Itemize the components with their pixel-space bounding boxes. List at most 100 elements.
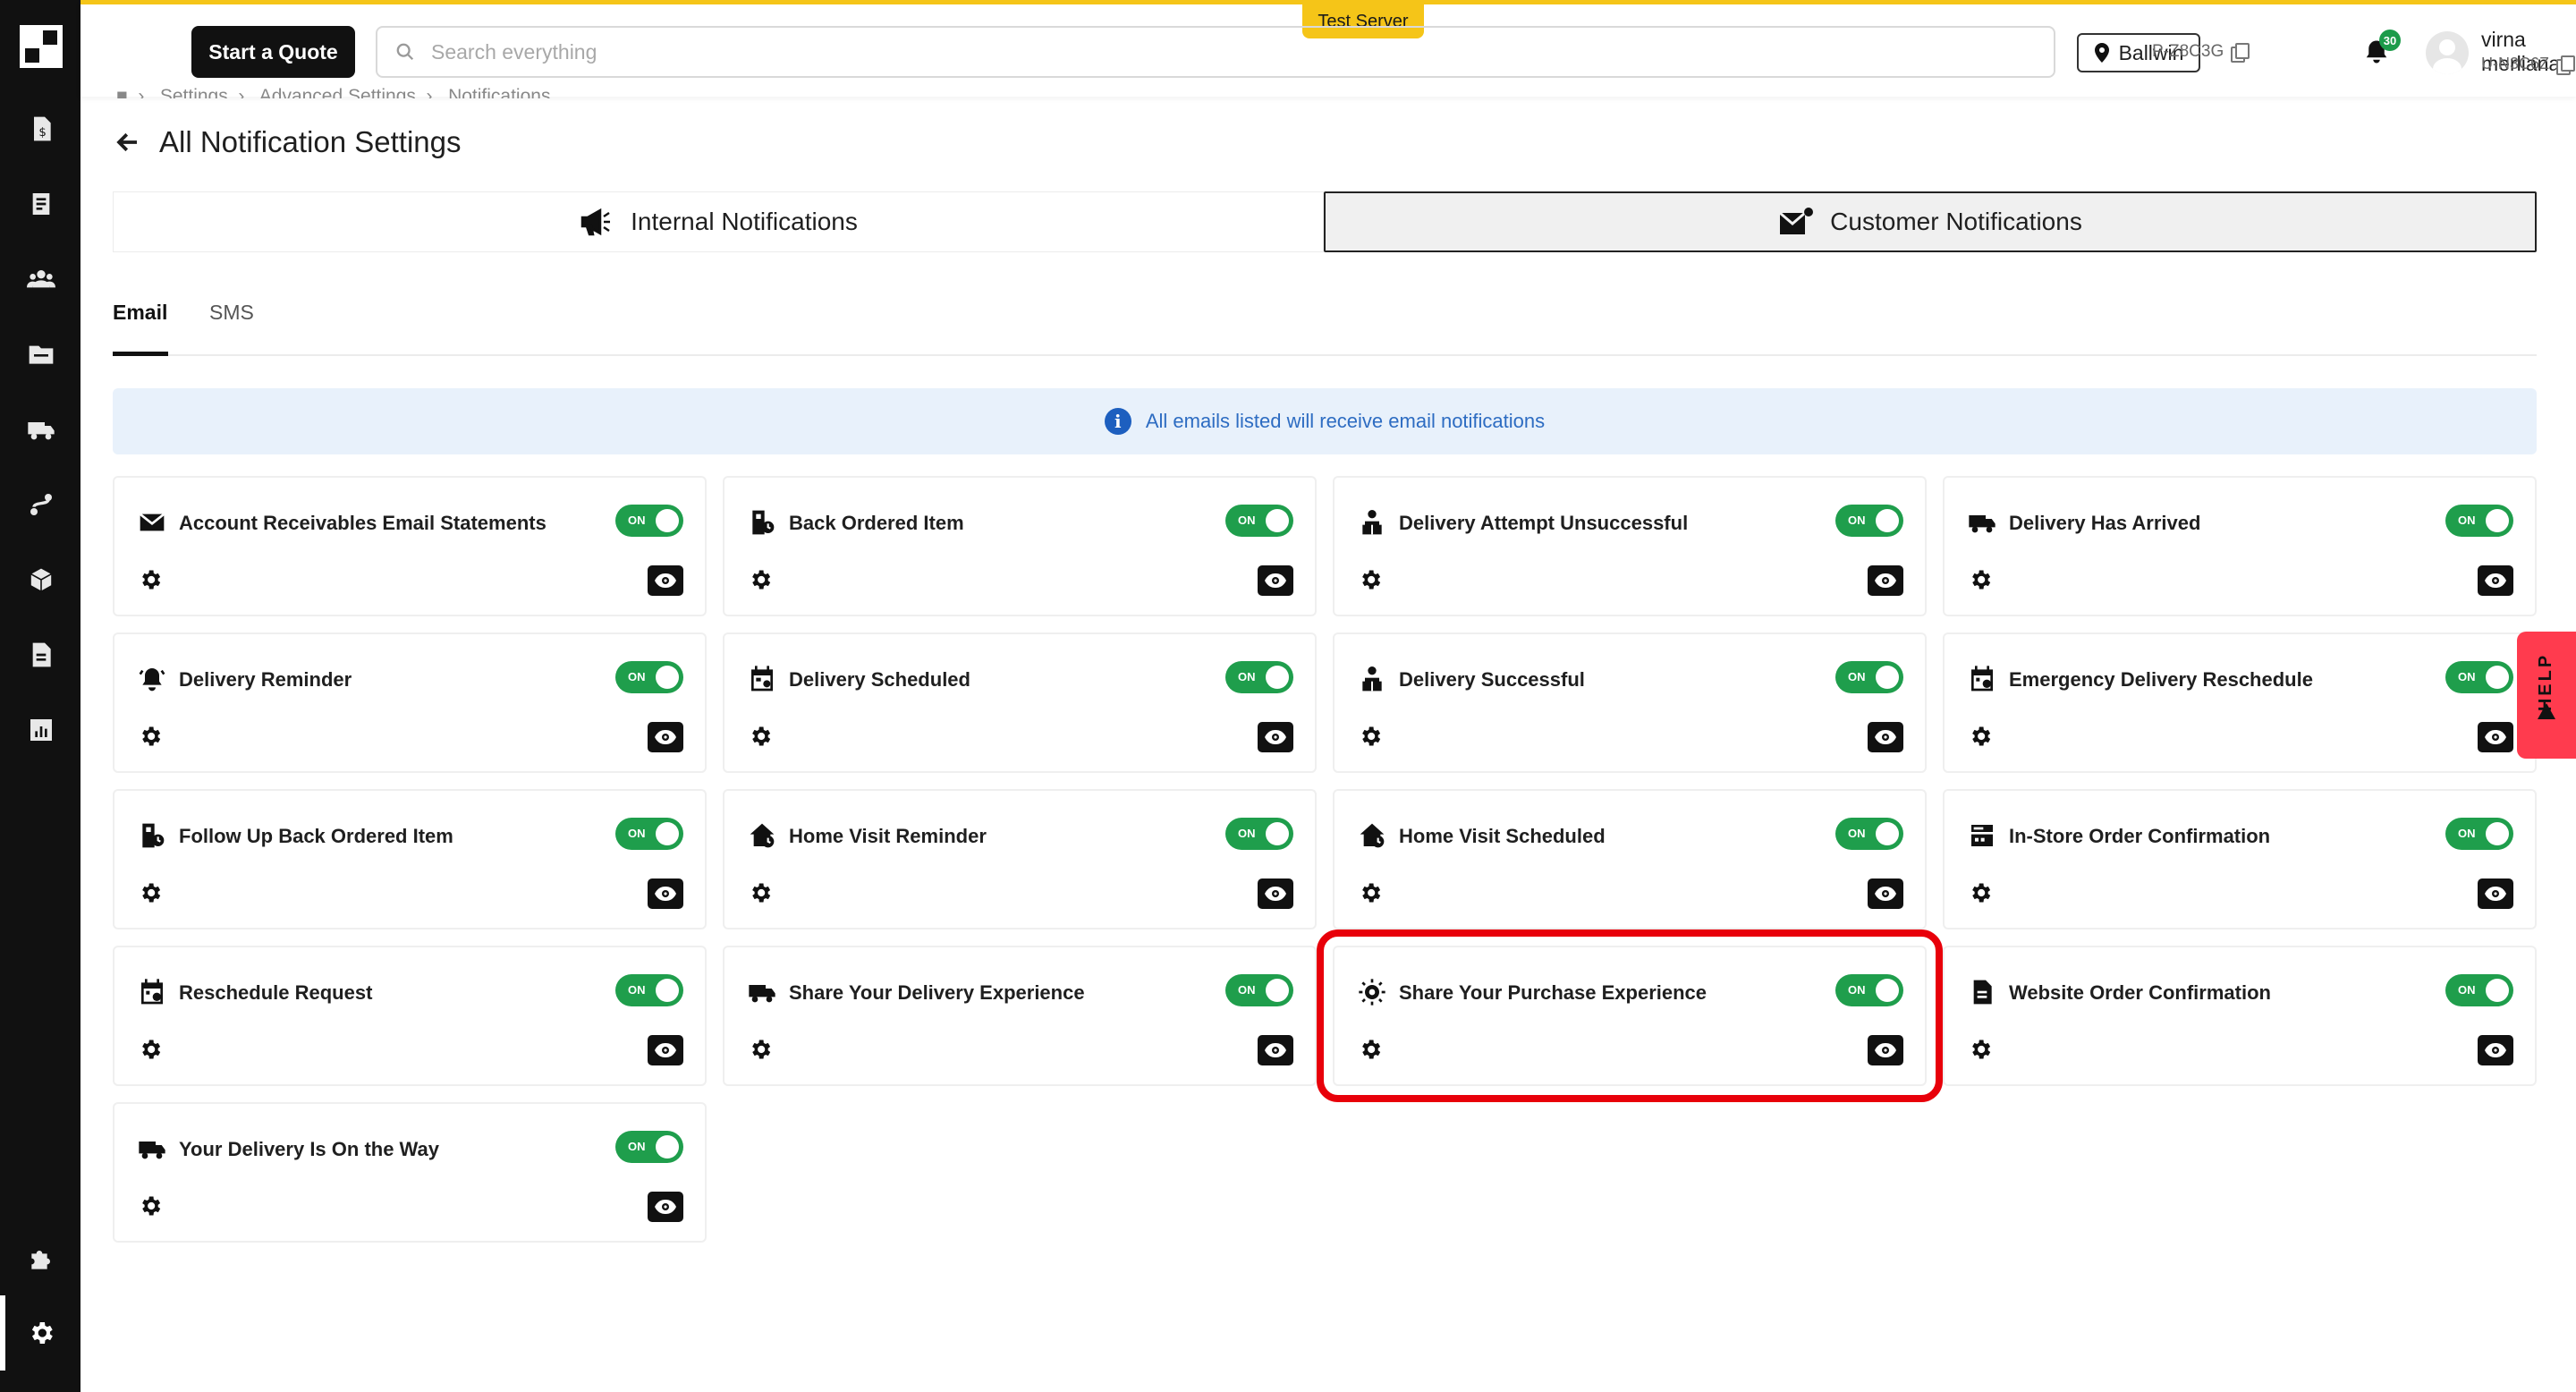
breadcrumb-notifications: Notifications bbox=[448, 86, 551, 98]
settings-gear-button[interactable] bbox=[1968, 724, 1993, 749]
tab-customer-notifications[interactable]: Customer Notifications bbox=[1324, 191, 2537, 252]
settings-gear-button[interactable] bbox=[748, 880, 773, 905]
notification-toggle[interactable]: ON bbox=[615, 974, 683, 1006]
gear-icon bbox=[752, 883, 771, 903]
eye-icon bbox=[1265, 573, 1286, 588]
sidebar-item-quotes[interactable]: $ bbox=[27, 115, 55, 143]
settings-gear-button[interactable] bbox=[1968, 880, 1993, 905]
sidebar: $ bbox=[0, 0, 80, 1392]
preview-button[interactable] bbox=[1258, 722, 1293, 752]
preview-button[interactable] bbox=[1258, 565, 1293, 596]
sidebar-item-customers[interactable] bbox=[27, 265, 55, 293]
toggle-label: ON bbox=[1848, 983, 1866, 997]
toggle-label: ON bbox=[2458, 827, 2476, 840]
notification-toggle[interactable]: ON bbox=[1835, 661, 1903, 693]
preview-button[interactable] bbox=[648, 878, 683, 909]
toggle-knob bbox=[656, 979, 679, 1002]
notification-toggle[interactable]: ON bbox=[1835, 818, 1903, 850]
preview-button[interactable] bbox=[2478, 722, 2513, 752]
start-quote-button[interactable]: Start a Quote bbox=[191, 26, 355, 78]
route-icon bbox=[30, 494, 52, 515]
preview-button[interactable] bbox=[1868, 565, 1903, 596]
user-code[interactable]: U-N3C6Z bbox=[2481, 55, 2576, 75]
notification-toggle[interactable]: ON bbox=[2445, 818, 2513, 850]
sidebar-active-indicator bbox=[0, 1295, 5, 1371]
settings-gear-button[interactable] bbox=[1358, 567, 1383, 592]
tab-sms[interactable]: SMS bbox=[209, 301, 254, 325]
settings-gear-button[interactable] bbox=[1968, 567, 1993, 592]
gear-icon bbox=[1972, 1040, 1991, 1059]
search-bar[interactable] bbox=[376, 26, 2055, 78]
preview-button[interactable] bbox=[1868, 878, 1903, 909]
breadcrumb-settings[interactable]: Settings bbox=[160, 86, 228, 98]
notification-card: Account Receivables Email Statements ON bbox=[113, 476, 707, 616]
preview-button[interactable] bbox=[648, 1035, 683, 1065]
breadcrumb-advanced-settings[interactable]: Advanced Settings bbox=[259, 86, 416, 98]
preview-button[interactable] bbox=[2478, 565, 2513, 596]
sidebar-item-documents[interactable] bbox=[27, 641, 55, 669]
sidebar-item-deliveries[interactable] bbox=[27, 415, 55, 444]
user-code-text: U-N3C6Z bbox=[2481, 55, 2550, 72]
preview-button[interactable] bbox=[1868, 722, 1903, 752]
gear-icon bbox=[1362, 883, 1381, 903]
home-icon[interactable]: ■ bbox=[116, 86, 128, 98]
preview-button[interactable] bbox=[648, 722, 683, 752]
notification-toggle[interactable]: ON bbox=[1225, 974, 1293, 1006]
sidebar-item-integrations[interactable] bbox=[27, 1245, 55, 1274]
notification-toggle[interactable]: ON bbox=[2445, 661, 2513, 693]
notification-toggle[interactable]: ON bbox=[615, 505, 683, 537]
preview-button[interactable] bbox=[2478, 878, 2513, 909]
copy-icon[interactable] bbox=[2231, 43, 2250, 63]
preview-button[interactable] bbox=[1258, 1035, 1293, 1065]
notification-toggle[interactable]: ON bbox=[1225, 505, 1293, 537]
notification-toggle[interactable]: ON bbox=[2445, 974, 2513, 1006]
calendar-alert-icon bbox=[1968, 665, 1996, 693]
eye-icon bbox=[2485, 730, 2506, 744]
sidebar-item-inventory[interactable] bbox=[27, 565, 55, 594]
gear-icon bbox=[752, 726, 771, 746]
settings-gear-button[interactable] bbox=[1358, 1037, 1383, 1062]
tab-email[interactable]: Email bbox=[113, 301, 167, 325]
settings-gear-button[interactable] bbox=[1358, 880, 1383, 905]
preview-button[interactable] bbox=[1258, 878, 1293, 909]
notification-toggle[interactable]: ON bbox=[2445, 505, 2513, 537]
notification-toggle[interactable]: ON bbox=[1835, 974, 1903, 1006]
preview-button[interactable] bbox=[648, 565, 683, 596]
avatar[interactable] bbox=[2426, 31, 2469, 74]
settings-gear-button[interactable] bbox=[748, 567, 773, 592]
notification-toggle[interactable]: ON bbox=[615, 1131, 683, 1163]
calendar-alert-icon bbox=[138, 978, 166, 1006]
back-arrow-icon[interactable] bbox=[114, 129, 141, 156]
project-code[interactable]: P-Z8C3G bbox=[2152, 42, 2250, 63]
settings-gear-button[interactable] bbox=[138, 1193, 163, 1218]
preview-button[interactable] bbox=[648, 1192, 683, 1222]
settings-gear-button[interactable] bbox=[138, 880, 163, 905]
app-logo[interactable] bbox=[20, 25, 63, 68]
sidebar-item-projects[interactable] bbox=[27, 340, 55, 369]
settings-gear-button[interactable] bbox=[1358, 724, 1383, 749]
settings-gear-button[interactable] bbox=[138, 567, 163, 592]
notification-toggle[interactable]: ON bbox=[1835, 505, 1903, 537]
notification-toggle[interactable]: ON bbox=[615, 661, 683, 693]
sidebar-item-reports[interactable] bbox=[27, 716, 55, 744]
notification-toggle[interactable]: ON bbox=[1225, 818, 1293, 850]
notification-toggle[interactable]: ON bbox=[1225, 661, 1293, 693]
sidebar-item-orders[interactable] bbox=[27, 190, 55, 218]
toggle-label: ON bbox=[1848, 670, 1866, 683]
folder-icon bbox=[29, 345, 54, 364]
settings-gear-button[interactable] bbox=[138, 1037, 163, 1062]
preview-button[interactable] bbox=[2478, 1035, 2513, 1065]
search-input[interactable] bbox=[431, 39, 1952, 64]
copy-icon[interactable] bbox=[2556, 55, 2576, 75]
sidebar-item-settings[interactable] bbox=[27, 1319, 55, 1347]
settings-gear-button[interactable] bbox=[748, 1037, 773, 1062]
help-button[interactable]: HELP bbox=[2517, 632, 2576, 759]
gear-icon bbox=[31, 1322, 53, 1344]
notification-toggle[interactable]: ON bbox=[615, 818, 683, 850]
settings-gear-button[interactable] bbox=[138, 724, 163, 749]
preview-button[interactable] bbox=[1868, 1035, 1903, 1065]
settings-gear-button[interactable] bbox=[1968, 1037, 1993, 1062]
sidebar-item-routes[interactable] bbox=[27, 490, 55, 519]
tab-internal-notifications[interactable]: Internal Notifications bbox=[113, 191, 1324, 252]
settings-gear-button[interactable] bbox=[748, 724, 773, 749]
